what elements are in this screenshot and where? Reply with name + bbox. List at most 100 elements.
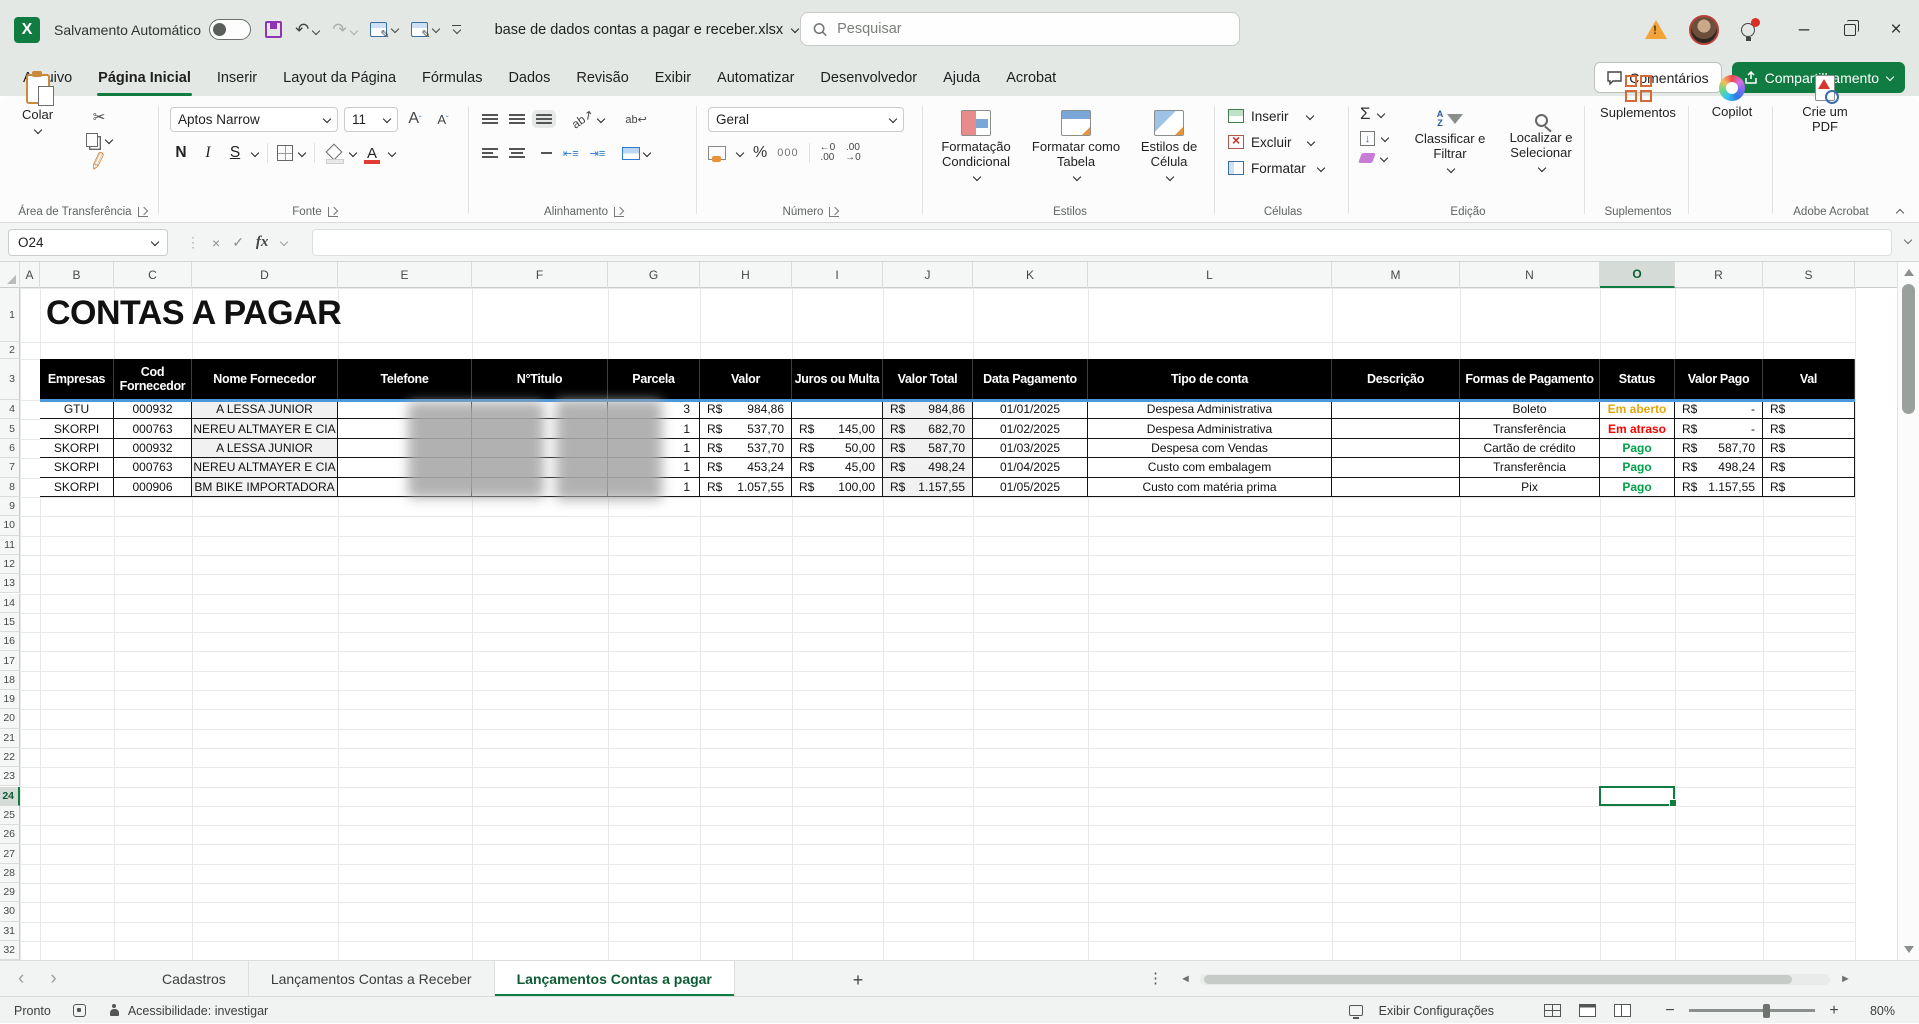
wrap-text-icon[interactable]: ab↩ [625,113,646,126]
table-cell-nome-row4[interactable]: A LESSA JUNIOR [192,400,338,419]
table-cell-extra-row6[interactable]: R$ [1763,439,1855,458]
table-cell-valor-row5[interactable]: R$537,70 [700,419,792,438]
table-cell-valor_total-row4[interactable]: R$984,86 [883,400,973,419]
row-header-24[interactable]: 24 [0,787,20,806]
row-header-25[interactable]: 25 [0,806,20,825]
row-header-32[interactable]: 32 [0,941,20,960]
table-cell-descricao-row7[interactable] [1332,458,1460,477]
table-cell-valor-row7[interactable]: R$453,24 [700,458,792,477]
sheet-title[interactable]: CONTAS A PAGAR [46,294,341,333]
column-header-M[interactable]: M [1332,262,1460,288]
autosave-toggle[interactable] [209,19,251,40]
row-header-8[interactable]: 8 [0,478,20,497]
redo-icon[interactable]: ↷ [332,20,356,40]
currency-format-icon[interactable] [708,146,726,160]
restore-button[interactable] [1827,0,1873,59]
confirm-entry-icon[interactable]: ✓ [232,234,244,251]
row-header-10[interactable]: 10 [0,516,20,535]
column-header-E[interactable]: E [338,262,472,288]
alignment-dialog-launcher-icon[interactable] [614,207,624,217]
row-header-12[interactable]: 12 [0,555,20,574]
comma-format-icon[interactable]: 000 [777,147,798,159]
font-family-select[interactable]: Aptos Narrow [170,107,338,132]
table-header-M[interactable]: Descrição [1332,359,1460,400]
table-cell-forma-row8[interactable]: Pix [1460,478,1600,497]
vertical-scroll-thumb[interactable] [1902,284,1915,414]
table-cell-extra-row4[interactable]: R$ [1763,400,1855,419]
table-cell-valor-row6[interactable]: R$537,70 [700,439,792,458]
lightbulb-icon[interactable] [1741,23,1755,37]
addins-button[interactable]: Suplementos [1596,67,1680,163]
row-header-11[interactable]: 11 [0,536,20,555]
table-cell-empresa-row4[interactable]: GTU [40,400,114,419]
warning-icon[interactable] [1645,20,1667,39]
table-cell-cod-row7[interactable]: 000763 [114,458,192,477]
document-title[interactable]: base de dados contas a pagar e receber.x… [495,22,784,38]
select-all-corner[interactable] [0,262,20,288]
table-header-E[interactable]: Telefone [338,359,472,400]
row-header-17[interactable]: 17 [0,651,20,670]
table-cell-nome-row7[interactable]: NEREU ALTMAYER E CIA [192,458,338,477]
user-avatar[interactable] [1689,15,1719,45]
align-left-icon[interactable] [482,148,498,158]
table-cell-data-row8[interactable]: 01/05/2025 [973,478,1088,497]
excel-logo-icon[interactable]: X [14,17,40,43]
table-cell-valor_total-row6[interactable]: R$587,70 [883,439,973,458]
bold-button[interactable]: N [170,144,192,162]
record-macro-icon[interactable] [73,1004,86,1017]
table-header-R[interactable]: Valor Pago [1675,359,1763,400]
table-header-N[interactable]: Formas de Pagamento [1460,359,1600,400]
close-button[interactable]: × [1873,0,1919,59]
table-cell-forma-row4[interactable]: Boleto [1460,400,1600,419]
table-cell-tipo-row7[interactable]: Custo com embalagem [1088,458,1332,477]
align-bottom-icon[interactable] [536,114,552,124]
table-cell-descricao-row8[interactable] [1332,478,1460,497]
ribbon-tab-acrobat[interactable]: Acrobat [993,59,1069,96]
table-cell-empresa-row6[interactable]: SKORPI [40,439,114,458]
zoom-level[interactable]: 80% [1851,1004,1895,1018]
draft-table-icon-1[interactable] [370,22,387,37]
collapse-ribbon-icon[interactable] [1896,207,1903,214]
scroll-down-icon[interactable] [1904,946,1914,953]
copy-icon[interactable] [86,133,98,147]
table-cell-empresa-row7[interactable]: SKORPI [40,458,114,477]
increase-indent-icon[interactable]: ⇥≡ [590,147,606,160]
row-header-14[interactable]: 14 [0,594,20,613]
row-header-21[interactable]: 21 [0,729,20,748]
table-cell-descricao-row4[interactable] [1332,400,1460,419]
delete-cells-button[interactable]: Excluir [1228,129,1324,155]
row-header-28[interactable]: 28 [0,864,20,883]
column-header-F[interactable]: F [472,262,608,288]
table-cell-extra-row8[interactable]: R$ [1763,478,1855,497]
column-header-N[interactable]: N [1460,262,1600,288]
table-cell-valor_total-row5[interactable]: R$682,70 [883,419,973,438]
italic-button[interactable]: I [197,144,219,162]
column-header-B[interactable]: B [40,262,114,288]
table-cell-data-row6[interactable]: 01/03/2025 [973,439,1088,458]
row-header-29[interactable]: 29 [0,883,20,902]
align-top-icon[interactable] [482,114,498,124]
clear-icon[interactable] [1358,153,1376,163]
table-cell-valor_pago-row6[interactable]: R$587,70 [1675,439,1763,458]
hscroll-right-icon[interactable]: ► [1840,973,1851,985]
spreadsheet-grid[interactable]: CONTAS A PAGAR EmpresasCodFornecedorNome… [0,262,1897,960]
table-cell-status-row6[interactable]: Pago [1600,439,1675,458]
table-cell-status-row4[interactable]: Em aberto [1600,400,1675,419]
table-cell-descricao-row6[interactable] [1332,439,1460,458]
ribbon-tab-fórmulas[interactable]: Fórmulas [409,59,495,96]
insert-function-icon[interactable]: fx [256,234,269,251]
number-dialog-launcher-icon[interactable] [829,207,839,217]
row-header-2[interactable]: 2 [0,342,20,359]
row-header-16[interactable]: 16 [0,632,20,651]
row-header-20[interactable]: 20 [0,709,20,728]
table-cell-tipo-row5[interactable]: Despesa Administrativa [1088,419,1332,438]
table-cell-data-row5[interactable]: 01/02/2025 [973,419,1088,438]
cell-styles-button[interactable]: Estilos de Célula [1130,102,1208,198]
decrease-font-icon[interactable]: Aˇ [432,108,454,130]
table-cell-status-row5[interactable]: Em atraso [1600,419,1675,438]
column-header-L[interactable]: L [1088,262,1332,288]
ribbon-tab-desenvolvedor[interactable]: Desenvolvedor [807,59,930,96]
decrease-indent-icon[interactable]: ⇤≡ [563,147,579,160]
table-cell-cod-row8[interactable]: 000906 [114,478,192,497]
underline-chevron-icon[interactable] [251,150,258,157]
